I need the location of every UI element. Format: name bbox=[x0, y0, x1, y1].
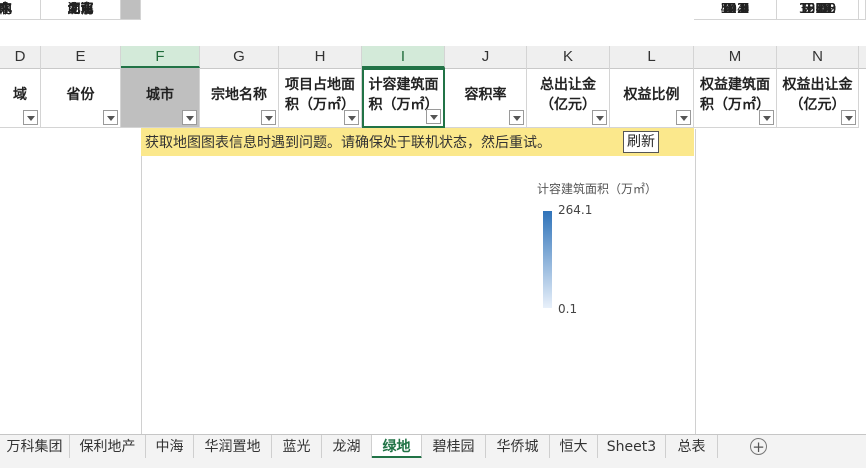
filter-dropdown-icon[interactable] bbox=[759, 110, 774, 125]
legend-max-value: 264.1 bbox=[558, 203, 593, 217]
filter-dropdown-icon[interactable] bbox=[592, 110, 607, 125]
legend-color-scale bbox=[543, 211, 552, 308]
map-chart[interactable] bbox=[141, 129, 696, 434]
header-cell-d[interactable]: 域 bbox=[0, 68, 41, 128]
column-headers: D E F G H I J K L M N bbox=[0, 46, 866, 69]
chart-warning-text: 获取地图图表信息时遇到问题。请确保处于联机状态，然后重试。 bbox=[145, 135, 551, 151]
refresh-button[interactable]: 刷新 bbox=[623, 131, 659, 153]
col-header-d[interactable]: D bbox=[0, 46, 41, 68]
tab-zongbiao[interactable]: 总表 bbox=[666, 435, 718, 459]
legend-min-value: 0.1 bbox=[558, 302, 578, 316]
filter-dropdown-icon[interactable] bbox=[344, 110, 359, 125]
header-cell-n[interactable]: 权益出让金（亿元） bbox=[777, 68, 859, 128]
spreadsheet: D E F G H I J K L M N 域 省份 城市 宗地名称 项目占地面… bbox=[0, 0, 866, 468]
col-header-k[interactable]: K bbox=[527, 46, 610, 68]
header-cell-g[interactable]: 宗地名称 bbox=[200, 68, 279, 128]
col-header-j[interactable]: J bbox=[445, 46, 527, 68]
tab-huarun[interactable]: 华润置地 bbox=[194, 435, 272, 459]
cell-n[interactable]: 3.19 bbox=[777, 0, 859, 20]
header-cell-m[interactable]: 权益建筑面积（万㎡） bbox=[694, 68, 777, 128]
col-header-m[interactable]: M bbox=[694, 46, 777, 68]
col-header-n[interactable]: N bbox=[777, 46, 859, 68]
col-header-e[interactable]: E bbox=[41, 46, 121, 68]
col-header-l[interactable]: L bbox=[610, 46, 694, 68]
filter-dropdown-icon[interactable] bbox=[23, 110, 38, 125]
header-cell-f[interactable]: 城市 bbox=[121, 68, 200, 128]
tab-longhu[interactable]: 龙湖 bbox=[322, 435, 372, 459]
filter-dropdown-icon[interactable] bbox=[426, 109, 441, 124]
add-sheet-icon[interactable]: + bbox=[750, 438, 767, 455]
header-cell-l[interactable]: 权益比例 bbox=[610, 68, 694, 128]
col-header-i[interactable]: I bbox=[362, 46, 445, 68]
header-cell-h[interactable]: 项目占地面积（万㎡） bbox=[279, 68, 362, 128]
tab-zhonghai[interactable]: 中海 bbox=[146, 435, 194, 459]
legend-title: 计容建筑面积（万㎡） bbox=[537, 182, 658, 196]
col-header-h[interactable]: H bbox=[279, 46, 362, 68]
filter-dropdown-icon[interactable] bbox=[841, 110, 856, 125]
status-bar bbox=[0, 458, 866, 468]
cell-m[interactable]: 4.1 bbox=[694, 0, 777, 20]
tab-lvdi[interactable]: 绿地 bbox=[372, 435, 422, 459]
filter-dropdown-icon[interactable] bbox=[103, 110, 118, 125]
tab-huaqiaocheng[interactable]: 华侨城 bbox=[486, 435, 550, 459]
tab-hengda[interactable]: 恒大 bbox=[550, 435, 598, 459]
header-cell-e[interactable]: 省份 bbox=[41, 68, 121, 128]
header-cell-i[interactable]: 计容建筑面积（万㎡） bbox=[362, 68, 445, 128]
chart-warning-bar: 获取地图图表信息时遇到问题。请确保处于联机状态，然后重试。 刷新 bbox=[141, 128, 694, 156]
filter-dropdown-icon[interactable] bbox=[676, 110, 691, 125]
tab-languang[interactable]: 蓝光 bbox=[272, 435, 322, 459]
tab-baoli[interactable]: 保利地产 bbox=[70, 435, 146, 459]
cell-e[interactable]: 上海 bbox=[41, 0, 121, 20]
filter-dropdown-icon[interactable] bbox=[261, 110, 276, 125]
header-row: 域 省份 城市 宗地名称 项目占地面积（万㎡） 计容建筑面积（万㎡） 容积率 总… bbox=[0, 68, 866, 128]
col-header-g[interactable]: G bbox=[200, 46, 279, 68]
tab-sheet3[interactable]: Sheet3 bbox=[598, 435, 666, 459]
header-cell-k[interactable]: 总出让金（亿元） bbox=[527, 68, 610, 128]
filter-dropdown-icon[interactable] bbox=[509, 110, 524, 125]
filter-dropdown-icon[interactable] bbox=[182, 110, 197, 125]
sheet-tabs: 万科集团 保利地产 中海 华润置地 蓝光 龙湖 绿地 碧桂园 华侨城 恒大 Sh… bbox=[0, 434, 866, 459]
col-header-f[interactable]: F bbox=[121, 46, 200, 68]
header-cell-j[interactable]: 容积率 bbox=[445, 68, 527, 128]
cell-d[interactable]: 华东 bbox=[0, 0, 41, 20]
tab-biguiyuan[interactable]: 碧桂园 bbox=[422, 435, 486, 459]
cell-o[interactable] bbox=[859, 0, 866, 20]
tab-wanke[interactable]: 万科集团 bbox=[0, 435, 70, 459]
cell-f[interactable] bbox=[121, 0, 141, 20]
